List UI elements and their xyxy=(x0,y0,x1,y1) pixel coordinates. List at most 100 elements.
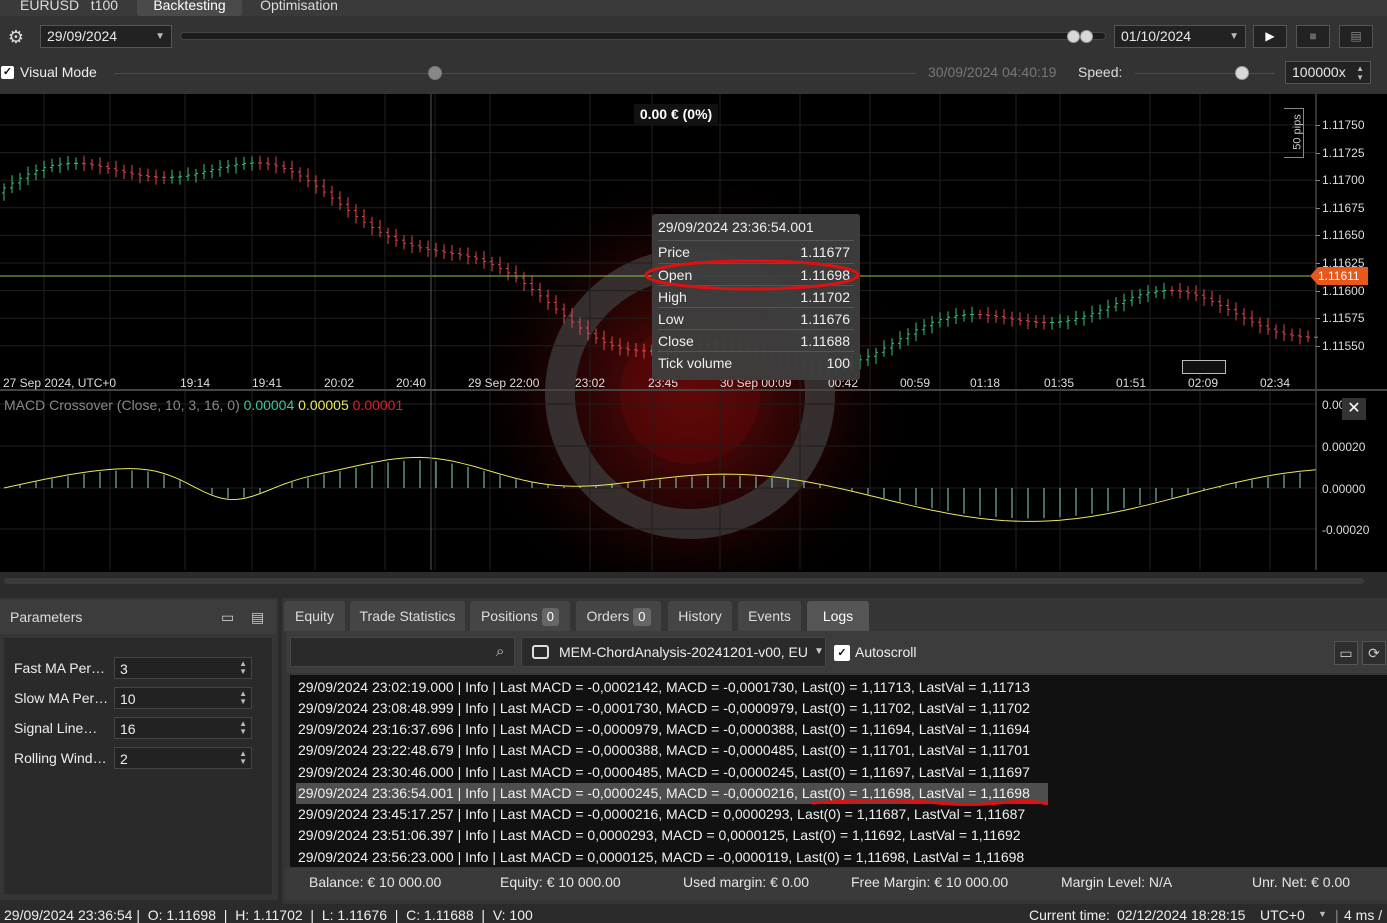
tab-backtesting[interactable]: Backtesting xyxy=(137,0,242,16)
tooltip-time: 29/09/2024 23:36:54.001 xyxy=(658,219,814,235)
logs-search-input[interactable] xyxy=(290,637,515,667)
time-tick-label: 01:35 xyxy=(1044,376,1075,390)
macd-tick-label: 0.00000 xyxy=(1322,482,1366,496)
progress-slider[interactable] xyxy=(180,32,1106,40)
time-tick-label: 19:14 xyxy=(180,376,211,390)
margin-level-stat: Margin Level: N/A xyxy=(1061,874,1173,890)
time-tick-label: 19:41 xyxy=(252,376,283,390)
price-tick-mark xyxy=(1316,180,1320,182)
tab-events[interactable]: Events xyxy=(738,601,801,631)
chevron-down-icon[interactable]: ▼ xyxy=(1318,909,1327,919)
price-tick-mark xyxy=(1316,125,1320,126)
tab-history[interactable]: History xyxy=(668,601,732,631)
speed-track[interactable] xyxy=(1135,73,1275,74)
param-input[interactable]: 10 ▲ ▼ xyxy=(114,687,252,709)
log-line[interactable]: 29/09/2024 23:56:23.000 | Info | Last MA… xyxy=(298,849,1024,865)
log-line[interactable]: 29/09/2024 23:02:19.000 | Info | Last MA… xyxy=(298,679,1030,695)
current-backtest-time: 30/09/2024 04:40:19 xyxy=(928,64,1057,80)
balance-stat: Balance: € 10 000.00 xyxy=(309,874,442,890)
param-label: Rolling Wind… xyxy=(14,750,107,766)
save-button[interactable]: ▤ xyxy=(1339,25,1373,48)
price-tick-mark xyxy=(1316,152,1320,154)
param-input[interactable]: 2 ▲ ▼ xyxy=(114,747,252,769)
status-separator: | xyxy=(1335,907,1339,923)
save-icon[interactable]: ▤ xyxy=(251,609,264,626)
stepper-icon[interactable]: ▲ ▼ xyxy=(239,750,247,766)
log-line[interactable]: 29/09/2024 23:30:46.000 | Info | Last MA… xyxy=(298,764,1030,780)
param-input[interactable]: 3 ▲ ▼ xyxy=(114,657,252,679)
open-folder-icon[interactable]: ▭ xyxy=(221,609,234,626)
tab-orders[interactable]: Orders 0 xyxy=(576,601,661,631)
timeframe-label: t100 xyxy=(90,0,119,13)
refresh-icon[interactable]: ⟳ xyxy=(1362,641,1386,665)
play-button[interactable]: ▶ xyxy=(1253,25,1287,48)
tab-positions[interactable]: Positions 0 xyxy=(470,601,570,631)
time-tick-label: 20:02 xyxy=(324,376,355,390)
autoscroll-checkbox[interactable]: ✓ xyxy=(834,645,850,661)
time-tick-label: 02:34 xyxy=(1260,376,1291,390)
param-label: Slow MA Per… xyxy=(14,690,109,706)
stepper-icon[interactable]: ▲ ▼ xyxy=(239,720,247,736)
tab-equity[interactable]: Equity xyxy=(284,601,345,631)
timezone-select[interactable]: UTC+0 xyxy=(1260,907,1305,923)
visual-speed-track[interactable] xyxy=(114,73,916,74)
current-price-tag: 1.11611 xyxy=(1310,267,1368,285)
parameters-title: Parameters xyxy=(10,609,83,625)
chart-scrollbar[interactable] xyxy=(4,578,1364,584)
param-value: 3 xyxy=(120,661,128,677)
latency-value: 4 ms / xyxy=(1344,907,1383,923)
progress-end-handle[interactable] xyxy=(1080,30,1093,43)
stepper-icon[interactable]: ▲ ▼ xyxy=(239,690,247,706)
gear-icon[interactable]: ⚙ xyxy=(4,26,28,48)
scroll-handle[interactable] xyxy=(1182,360,1226,374)
stop-icon: ■ xyxy=(1309,29,1317,43)
time-tick-label: 00:59 xyxy=(900,376,931,390)
tab-optimisation[interactable]: Optimisation xyxy=(244,0,354,16)
ohlc-tooltip: 29/09/2024 23:36:54.001 Price 1.11677 Ope… xyxy=(652,214,860,380)
param-label: Fast MA Per… xyxy=(14,660,106,676)
price-tick-label: 1.11725 xyxy=(1322,145,1365,160)
current-time-label: Current time: xyxy=(1029,907,1110,923)
param-label: Signal Line… xyxy=(14,720,98,736)
progress-start-handle[interactable] xyxy=(1067,30,1080,43)
pnl-label: 0.00 € (0%) xyxy=(634,104,718,124)
speed-handle[interactable] xyxy=(1235,66,1249,80)
unrealized-net-stat: Unr. Net: € 0.00 xyxy=(1252,874,1351,890)
price-tick-mark xyxy=(1316,345,1320,347)
param-input[interactable]: 16 ▲ ▼ xyxy=(114,717,252,739)
save-icon: ▤ xyxy=(1350,29,1362,43)
price-tick-label: 1.11650 xyxy=(1322,228,1365,243)
used-margin-stat: Used margin: € 0.00 xyxy=(683,874,810,890)
log-line[interactable]: 29/09/2024 23:08:48.999 | Info | Last MA… xyxy=(298,700,1030,716)
log-line[interactable]: 29/09/2024 23:16:37.696 | Info | Last MA… xyxy=(298,721,1030,737)
tab-trade-statistics[interactable]: Trade Statistics xyxy=(350,601,465,631)
stepper-icon[interactable]: ▲ ▼ xyxy=(239,660,247,676)
speed-input[interactable]: 100000x ▲ ▼ xyxy=(1285,61,1371,84)
free-margin-stat: Free Margin: € 10 000.00 xyxy=(851,874,1009,890)
macd-tick-label: 0.00020 xyxy=(1322,440,1366,454)
tooltip-label: Close xyxy=(658,333,694,349)
tooltip-value: 1.11676 xyxy=(800,311,850,327)
log-line[interactable]: 29/09/2024 23:22:48.679 | Info | Last MA… xyxy=(298,742,1030,758)
macd-tick-label: -0.00020 xyxy=(1322,523,1370,537)
tab-logs[interactable]: Logs xyxy=(807,601,869,631)
orders-count-badge: 0 xyxy=(633,608,651,626)
param-fast-ma: Fast MA Per… 3 ▲ ▼ xyxy=(14,657,254,679)
stop-button[interactable]: ■ xyxy=(1296,25,1330,48)
account-stats-bar xyxy=(286,868,1387,900)
symbol-tab[interactable]: EURUSD t100 xyxy=(0,0,130,16)
red-annotation-underline xyxy=(811,799,1049,806)
end-date-picker[interactable]: 01/10/2024 ▼ xyxy=(1114,25,1246,48)
price-tick-mark xyxy=(1316,207,1320,209)
macd-value-2: 0.00005 xyxy=(298,397,349,413)
folder-icon[interactable]: ▭ xyxy=(1334,641,1358,665)
visual-mode-checkbox[interactable]: ✓ xyxy=(1,66,14,79)
price-tick-label: 1.11750 xyxy=(1322,118,1365,132)
start-date-picker[interactable]: 29/09/2024 ▼ xyxy=(40,25,172,48)
visual-speed-handle[interactable] xyxy=(428,66,442,80)
tooltip-label: Low xyxy=(658,311,684,327)
chevron-down-icon: ▼ xyxy=(814,646,824,657)
time-tick-label: 20:40 xyxy=(396,376,427,390)
log-line[interactable]: 29/09/2024 23:51:06.397 | Info | Last MA… xyxy=(298,827,1021,843)
close-indicator-button[interactable]: ✕ xyxy=(1342,398,1366,420)
